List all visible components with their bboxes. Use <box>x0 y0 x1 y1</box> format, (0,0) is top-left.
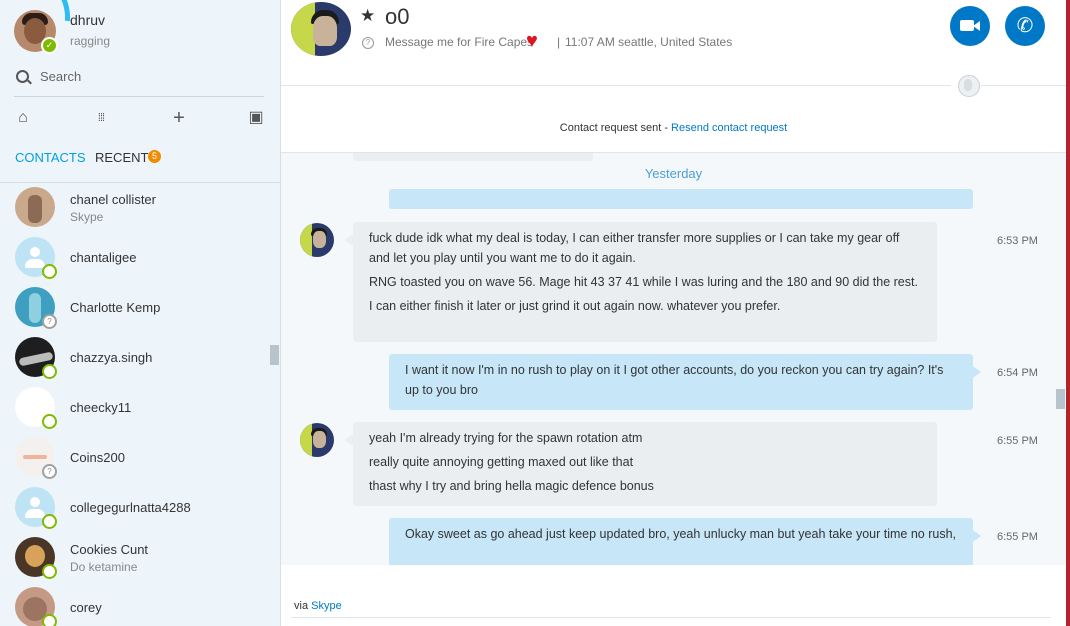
divider <box>981 85 1066 86</box>
my-mood-status[interactable]: ragging <box>70 34 110 48</box>
via-skype-notice: via Skype <box>294 600 342 612</box>
online-status-icon: ✓ <box>41 37 58 54</box>
recent-count-badge: 5 <box>148 150 161 163</box>
unknown-status-icon: ? <box>42 464 57 479</box>
message-text: I can either finish it later or just gri… <box>369 299 781 313</box>
message-time: 6:53 PM <box>997 235 1038 247</box>
message-text: RNG toasted you on wave 56. Mage hit 43 … <box>369 275 918 289</box>
unknown-status-icon: ? <box>42 314 57 329</box>
previous-message-fragment <box>389 189 973 209</box>
contact-item[interactable]: chantaligee <box>0 232 270 282</box>
contact-name: cheecky11 <box>70 400 132 415</box>
divider <box>281 85 951 86</box>
contact-name: Cookies Cunt <box>70 542 149 557</box>
conversation-title[interactable]: o0 <box>385 4 409 30</box>
message-time: 6:55 PM <box>997 531 1038 543</box>
search-box[interactable]: Search <box>14 66 264 97</box>
resend-contact-request-link[interactable]: Resend contact request <box>671 122 787 134</box>
contact-mood-message: Message me for Fire Capes <box>385 35 534 49</box>
online-status-icon <box>42 364 57 379</box>
contact-name: chanel collister <box>70 192 156 207</box>
message-text: I want it now I'm in no rush to play on … <box>405 363 944 397</box>
previous-message-fragment <box>353 153 593 161</box>
contact-name: chazzya.singh <box>70 350 153 365</box>
online-status-icon <box>42 614 57 626</box>
contact-item[interactable]: chazzya.singh <box>0 332 270 382</box>
skype-link[interactable]: Skype <box>311 600 342 612</box>
contact-item[interactable]: cheecky11 <box>0 382 270 432</box>
tab-contacts[interactable]: CONTACTS <box>15 150 86 165</box>
contact-name: chantaligee <box>70 250 137 265</box>
video-camera-icon <box>960 20 974 31</box>
phone-icon: ✆ <box>1016 15 1034 37</box>
contact-item[interactable]: Cookies Cunt Do ketamine <box>0 532 270 582</box>
audio-call-button[interactable]: ✆ <box>1005 6 1045 46</box>
message-text: really quite annoying getting maxed out … <box>369 455 634 469</box>
contact-name: Charlotte Kemp <box>70 300 161 315</box>
contact-request-text: Contact request sent - <box>559 122 672 134</box>
message-text: Okay sweet as go ahead just keep updated… <box>405 527 957 541</box>
online-status-icon <box>42 514 57 529</box>
home-icon[interactable]: ⌂ <box>13 108 33 128</box>
message-text: thast why I try and bring hella magic de… <box>369 479 654 493</box>
dialpad-icon[interactable]: ⁞⁞⁞ <box>91 108 111 128</box>
bot-icon[interactable]: ▣ <box>246 108 266 128</box>
divider <box>291 617 1051 618</box>
incoming-message[interactable]: yeah I'm already trying for the spawn ro… <box>345 422 937 506</box>
sender-avatar[interactable] <box>300 223 334 257</box>
search-icon <box>16 70 29 83</box>
chat-scrollbar[interactable] <box>1056 389 1065 409</box>
contact-item[interactable]: ? Charlotte Kemp <box>0 282 270 332</box>
sidebar: ✓ dhruv ragging Search ⌂ ⁞⁞⁞ + ▣ CONTACT… <box>0 0 281 626</box>
video-call-button[interactable] <box>950 6 990 46</box>
incoming-message[interactable]: fuck dude idk what my deal is today, I c… <box>345 222 937 342</box>
heart-icon: ♥ <box>526 30 538 52</box>
online-status-icon <box>42 264 57 279</box>
message-time: 6:54 PM <box>997 367 1038 379</box>
contact-name: collegegurlnatta4288 <box>70 500 191 515</box>
add-icon[interactable]: + <box>169 108 189 128</box>
message-text: fuck dude idk what my deal is today, I c… <box>369 231 900 265</box>
contact-name: corey <box>70 600 102 615</box>
date-separator: Yesterday <box>644 166 703 181</box>
window-edge <box>1066 0 1070 626</box>
online-status-icon <box>42 414 57 429</box>
message-text: yeah I'm already trying for the spawn ro… <box>369 431 643 445</box>
conversation-avatar[interactable] <box>291 2 351 56</box>
search-label: Search <box>40 69 82 84</box>
contact-local-time: 11:07 AM seattle, United States <box>565 35 733 49</box>
contact-request-notice: Contact request sent - Resend contact re… <box>281 122 1066 134</box>
contact-name: Coins200 <box>70 450 125 465</box>
contacts-scrollbar[interactable] <box>270 345 279 365</box>
contact-mood: Skype <box>70 210 104 224</box>
contact-item[interactable]: corey <box>0 582 270 626</box>
globe-icon[interactable] <box>958 75 980 97</box>
sender-avatar[interactable] <box>300 423 334 457</box>
favorite-star-icon[interactable]: ★ <box>360 6 375 26</box>
conversation-pane: ★ o0 ? Message me for Fire Capes ♥ | 11:… <box>281 0 1066 626</box>
online-status-icon <box>42 564 57 579</box>
contact-item[interactable]: collegegurlnatta4288 <box>0 482 270 532</box>
message-time: 6:55 PM <box>997 435 1038 447</box>
contact-item[interactable]: chanel collister Skype <box>0 182 270 232</box>
separator: | <box>557 35 561 49</box>
unknown-status-icon: ? <box>362 37 374 49</box>
contact-avatar <box>15 187 55 227</box>
outgoing-message[interactable]: I want it now I'm in no rush to play on … <box>389 354 981 410</box>
via-text: via <box>294 600 312 612</box>
tab-recent[interactable]: RECENT <box>95 150 148 165</box>
contact-mood: Do ketamine <box>70 560 138 574</box>
contact-item[interactable]: ? Coins200 <box>0 432 270 482</box>
message-list[interactable]: Yesterday fuck dude idk what my deal is … <box>281 152 1066 565</box>
outgoing-message[interactable]: Okay sweet as go ahead just keep updated… <box>389 518 981 565</box>
my-name[interactable]: dhruv <box>70 12 105 28</box>
